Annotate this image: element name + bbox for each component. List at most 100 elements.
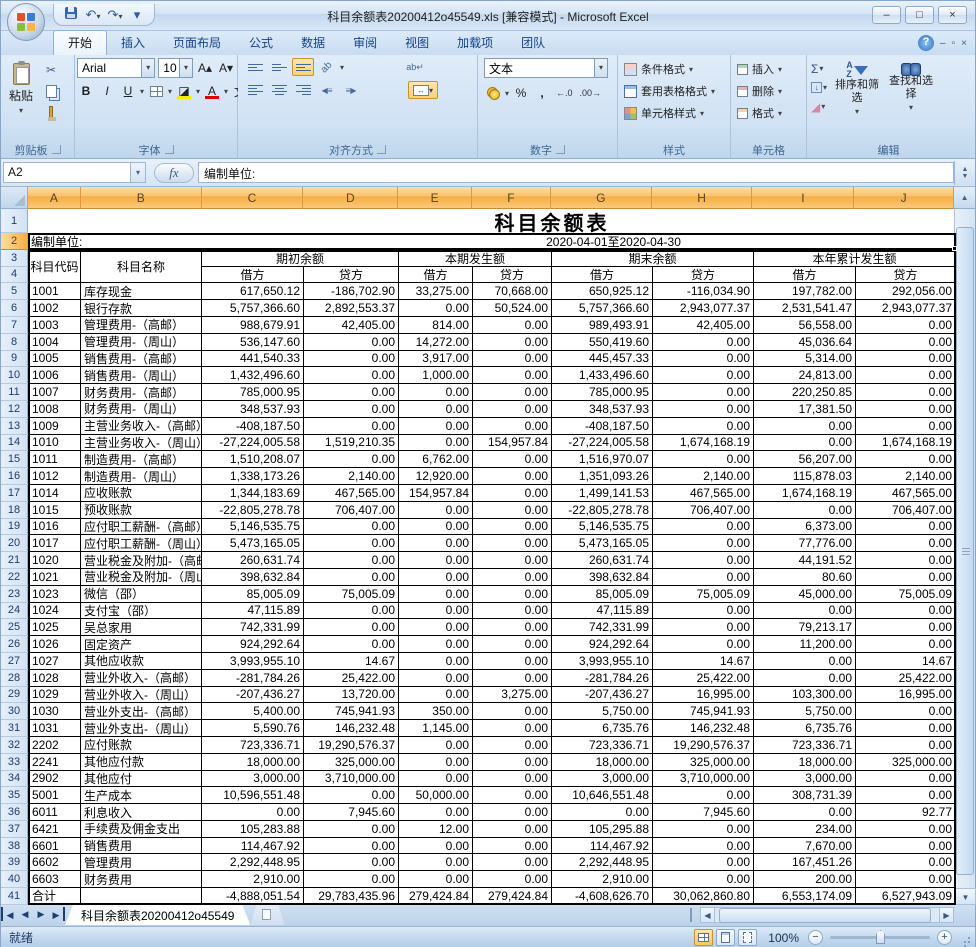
cell-J37[interactable]: 0.00	[856, 821, 956, 838]
cell-J38[interactable]: 0.00	[856, 838, 956, 855]
cell-A25[interactable]: 1025	[28, 619, 81, 636]
cell-H41[interactable]: 30,062,860.80	[653, 888, 754, 905]
currency-format-button[interactable]	[484, 84, 502, 102]
row-header-4[interactable]: 4	[1, 267, 28, 284]
cell-C18[interactable]: -22,805,278.78	[202, 502, 304, 519]
cell-F18[interactable]: 0.00	[473, 502, 552, 519]
cell-C13[interactable]: -408,187.50	[202, 418, 304, 435]
cell-F39[interactable]: 0.00	[473, 854, 552, 871]
cell-I9[interactable]: 5,314.00	[754, 351, 856, 368]
cell-J28[interactable]: 25,422.00	[856, 670, 956, 687]
cell-D5[interactable]: -186,702.90	[304, 283, 399, 300]
last-sheet-button[interactable]: ▶	[49, 907, 65, 921]
fill-button[interactable]: ↓▾	[809, 79, 829, 96]
cell-E5[interactable]: 33,275.00	[399, 283, 473, 300]
cell-F26[interactable]: 0.00	[473, 636, 552, 653]
row-header-40[interactable]: 40	[1, 871, 28, 888]
cell-H27[interactable]: 14.67	[653, 653, 754, 670]
cell-H14[interactable]: 1,674,168.19	[653, 435, 754, 452]
cell-F30[interactable]: 0.00	[473, 703, 552, 720]
cell-D28[interactable]: 25,422.00	[304, 670, 399, 687]
cell-D26[interactable]: 0.00	[304, 636, 399, 653]
column-header-B[interactable]: B	[81, 187, 202, 209]
clear-button[interactable]: ◢▾	[809, 98, 829, 115]
cell-F13[interactable]: 0.00	[473, 418, 552, 435]
cell-B25[interactable]: 吴总家用	[81, 619, 202, 636]
cell-J12[interactable]: 0.00	[856, 401, 956, 418]
cell-I27[interactable]: 0.00	[754, 653, 856, 670]
tab-view[interactable]: 视图	[391, 31, 443, 55]
cell-C33[interactable]: 18,000.00	[202, 754, 304, 771]
cell-C7[interactable]: 988,679.91	[202, 317, 304, 334]
cell-A17[interactable]: 1014	[28, 485, 81, 502]
cell-H29[interactable]: 16,995.00	[653, 687, 754, 704]
cell-G10[interactable]: 1,433,496.60	[552, 367, 653, 384]
cell-B14[interactable]: 主营业务收入-（周山）	[81, 435, 202, 452]
close-button[interactable]: ×	[938, 6, 967, 24]
cell-F10[interactable]: 0.00	[473, 367, 552, 384]
cell-A31[interactable]: 1031	[28, 720, 81, 737]
cell-H32[interactable]: 19,290,576.37	[653, 737, 754, 754]
cell-B7[interactable]: 管理费用-（高邮）	[81, 317, 202, 334]
cell-D22[interactable]: 0.00	[304, 569, 399, 586]
cell-E20[interactable]: 0.00	[399, 535, 473, 552]
cell-A22[interactable]: 1021	[28, 569, 81, 586]
cell-I28[interactable]: 0.00	[754, 670, 856, 687]
align-right-button[interactable]	[292, 81, 314, 99]
row-header-9[interactable]: 9	[1, 351, 28, 368]
cell-J39[interactable]: 0.00	[856, 854, 956, 871]
row-header-1[interactable]: 1	[1, 209, 28, 233]
cell-H8[interactable]: 0.00	[653, 334, 754, 351]
column-header-J[interactable]: J	[854, 187, 954, 209]
cell-I23[interactable]: 45,000.00	[754, 586, 856, 603]
format-painter-button[interactable]	[41, 103, 61, 121]
cell-G35[interactable]: 10,646,551.48	[552, 787, 653, 804]
zoom-level[interactable]: 100%	[768, 931, 799, 945]
cell-B5[interactable]: 库存现金	[81, 283, 202, 300]
cell-B20[interactable]: 应付职工薪酬-（周山）	[81, 535, 202, 552]
cell-C23[interactable]: 85,005.09	[202, 586, 304, 603]
row-header-33[interactable]: 33	[1, 754, 28, 771]
cell-A33[interactable]: 2241	[28, 754, 81, 771]
cell-F24[interactable]: 0.00	[473, 603, 552, 620]
header-code[interactable]: 科目代码	[28, 250, 81, 284]
office-button[interactable]	[7, 3, 45, 41]
cell-G26[interactable]: 924,292.64	[552, 636, 653, 653]
cell-G5[interactable]: 650,925.12	[552, 283, 653, 300]
cell-A21[interactable]: 1020	[28, 552, 81, 569]
insert-worksheet-tab[interactable]	[250, 905, 284, 925]
cell-E32[interactable]: 0.00	[399, 737, 473, 754]
cell-I33[interactable]: 18,000.00	[754, 754, 856, 771]
cell-B26[interactable]: 固定资产	[81, 636, 202, 653]
cell-C36[interactable]: 0.00	[202, 804, 304, 821]
shrink-font-button[interactable]: A▾	[217, 59, 235, 77]
cell-J33[interactable]: 325,000.00	[856, 754, 956, 771]
cell-C12[interactable]: 348,537.93	[202, 401, 304, 418]
ribbon-restore-icon[interactable]: ▫	[952, 38, 956, 49]
row-header-6[interactable]: 6	[1, 300, 28, 317]
cell-A28[interactable]: 1028	[28, 670, 81, 687]
cell-E40[interactable]: 0.00	[399, 871, 473, 888]
row-header-2[interactable]: 2	[1, 233, 28, 250]
header-credit-3[interactable]: 贷方	[856, 267, 956, 284]
cell-F23[interactable]: 0.00	[473, 586, 552, 603]
number-format-select[interactable]: 文本▾	[484, 58, 608, 78]
percent-format-button[interactable]: %	[512, 84, 530, 102]
cell-G33[interactable]: 18,000.00	[552, 754, 653, 771]
cell-B6[interactable]: 银行存款	[81, 300, 202, 317]
column-header-H[interactable]: H	[652, 187, 753, 209]
cell-I25[interactable]: 79,213.17	[754, 619, 856, 636]
cell-B32[interactable]: 应付账款	[81, 737, 202, 754]
cell-J19[interactable]: 0.00	[856, 519, 956, 536]
cell-F21[interactable]: 0.00	[473, 552, 552, 569]
cell-E36[interactable]: 0.00	[399, 804, 473, 821]
cell-D20[interactable]: 0.00	[304, 535, 399, 552]
cell-E6[interactable]: 0.00	[399, 300, 473, 317]
cell-B23[interactable]: 微信（邵）	[81, 586, 202, 603]
header-debit-2[interactable]: 借方	[552, 267, 653, 284]
cell-D18[interactable]: 706,407.00	[304, 502, 399, 519]
cell-H5[interactable]: -116,034.90	[653, 283, 754, 300]
cell-I35[interactable]: 308,731.39	[754, 787, 856, 804]
cell-F37[interactable]: 0.00	[473, 821, 552, 838]
cell-I36[interactable]: 0.00	[754, 804, 856, 821]
